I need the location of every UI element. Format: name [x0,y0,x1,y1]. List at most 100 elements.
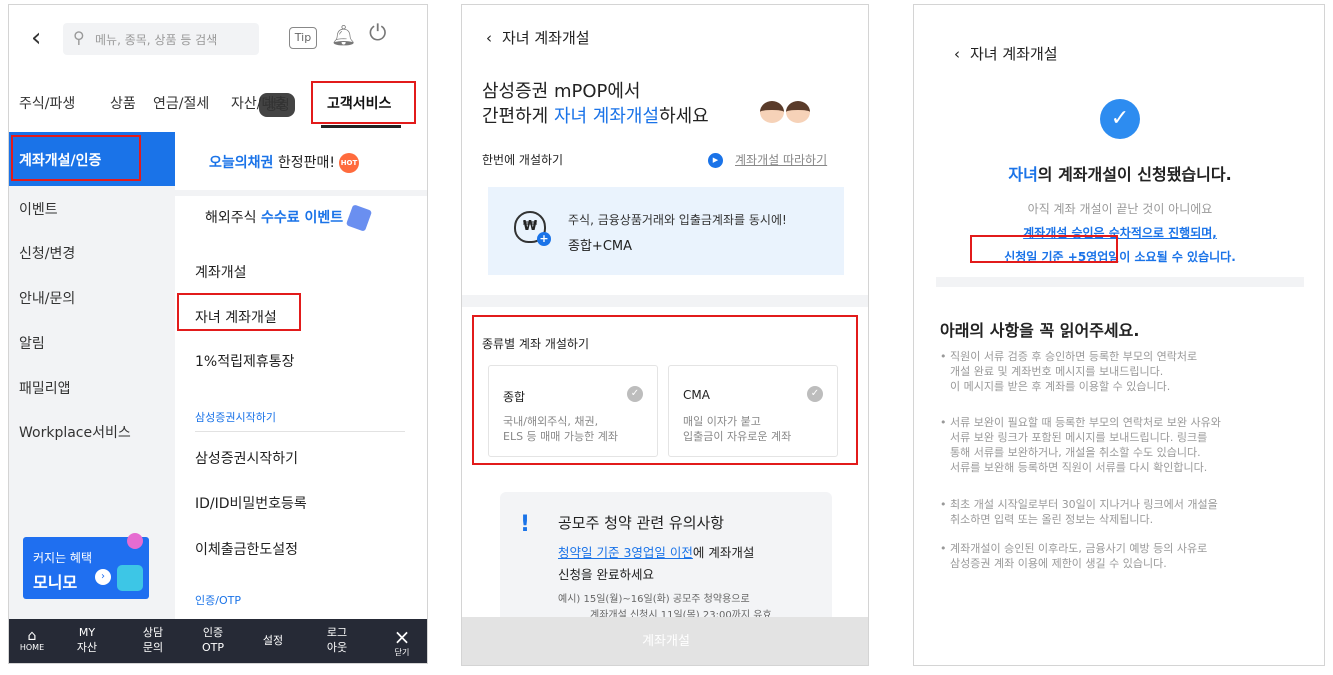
fee-event-promo[interactable]: 해외주식 수수료 이벤트 [205,204,373,232]
success-title: 자녀의 계좌개설이 신청됐습니다. [914,161,1324,185]
bullet-line: 삼성증권 계좌 이용에 제한이 생길 수 있습니다. [950,557,1167,570]
nav-label: MY [78,626,96,639]
notice-bullet: • 최초 개설 시작일로부터 30일이 지나거나 링크에서 개설을 취소하면 입… [940,498,1218,526]
bullet-line: 서류 보완 링크가 포함된 메시지를 보내드립니다. 링크를 [950,431,1208,444]
bell-icon[interactable]: 🔔︎ [331,23,356,47]
follow-guide-link[interactable]: ▶ 계좌개설 따라하기 [708,151,827,168]
tab-assets[interactable]: 자산/대출 [231,93,287,113]
app-icon [117,565,143,591]
bullet-line: 통해 서류를 보완하거나, 개설을 취소할 수도 있습니다. [950,446,1201,459]
notice-link[interactable]: 청약일 기준 3영업일 이전 [558,545,693,560]
nav-consult[interactable]: 상담 문의 [133,625,173,655]
home-button[interactable]: ⌂ HOME [17,629,47,652]
promo-text: 한정판매! [273,155,335,171]
notice-title: 공모주 청약 관련 유의사항 [558,514,725,532]
notice-bullet: • 서류 보완이 필요할 때 등록한 부모의 연락처로 보완 사유와 서류 보완… [940,416,1221,474]
menu-transfer-limit[interactable]: 이체출금한도설정 [195,539,298,559]
notice-bullet: • 직원이 서류 검증 후 승인하면 등록한 부모의 연락처로 개설 완료 및 … [940,350,1198,393]
exclamation-icon: ! [520,512,531,537]
bullet-line: 이 메시지를 받은 후 계좌를 이용할 수 있습니다. [950,380,1171,393]
arrow-icon: › [95,569,111,585]
ipo-notice: ! 공모주 청약 관련 유의사항 청약일 기준 3영업일 이전에 계좌개설 신청… [500,492,832,632]
promo-blue: 오늘의채권 [209,155,274,171]
nav-label: 인증 [202,626,224,639]
home-label: HOME [19,643,45,652]
nav-label: 자산 [76,641,98,654]
monimo-banner[interactable]: 커지는 혜택 모니모 › [23,533,149,599]
nav-label: 로그 [326,626,348,639]
hero-text: 하세요 [659,106,709,127]
rocket-icon [345,204,373,232]
play-icon: ▶ [708,153,723,168]
page-title: 자녀 계좌개설 [970,45,1058,63]
bullet-line: 직원이 서류 검증 후 승인하면 등록한 부모의 연락처로 [950,350,1198,363]
search-icon: ⚲ [73,28,85,47]
completion-panel: ‹ 자녀 계좌개설 ✓ 자녀의 계좌개설이 신청됐습니다. 아직 계좌 개설이 끝… [913,4,1325,666]
nav-label: 아웃 [326,641,348,654]
nav-my-assets[interactable]: MY 자산 [67,625,107,655]
bullet-line: 서류 보완이 필요할 때 등록한 부모의 연락처로 보완 사유와 [950,416,1221,429]
success-highlight: 자녀 [1008,165,1038,184]
page-header: ‹ 자녀 계좌개설 [486,27,590,48]
menu-account-open[interactable]: 계좌개설 [195,262,247,282]
bullet-line: 계좌개설이 승인된 이후라도, 금융사기 예방 등의 사유로 [950,542,1208,555]
menu-id-register[interactable]: ID/ID비밀번호등록 [195,493,307,513]
nav-auth-otp[interactable]: 인증 OTP [193,625,233,655]
status-note: 아직 계좌 개설이 끝난 것이 아니에요 [1027,202,1213,216]
bullet-line: 개설 완료 및 계좌번호 메시지를 보내드립니다. [950,365,1164,378]
bullet-line: 서류를 보완해 등록하면 직원이 서류를 다시 확인합니다. [950,461,1208,474]
divider [936,277,1304,287]
divider [195,431,405,432]
menu-1pct-account[interactable]: 1%적립제휴통장 [195,351,295,371]
bond-promo[interactable]: 오늘의채권 한정판매! HOT [209,152,359,173]
close-button[interactable]: × 닫기 [387,627,417,658]
menu-item-alert[interactable]: 알림 [19,333,45,353]
menu-item-event[interactable]: 이벤트 [19,199,58,219]
open-account-button[interactable]: 계좌개설 [462,617,868,665]
tab-pension[interactable]: 연금/절세 [153,93,209,113]
menu-item-workplace[interactable]: Workplace서비스 [19,422,131,442]
nav-label: OTP [201,641,224,654]
notice-line: 신청을 완료하세요 [558,567,654,582]
candy-icon [127,533,143,549]
tab-indicator [321,125,401,128]
sub-menu: 오늘의채권 한정판매! HOT 해외주식 수수료 이벤트 계좌개설 자녀 계좌개설… [175,132,427,619]
page-title: 자녀 계좌개설 [502,29,590,47]
menu-item-guide[interactable]: 안내/문의 [19,288,75,308]
back-icon[interactable]: ‹ [954,45,960,63]
open-once-label: 한번에 개설하기 [482,153,564,167]
promo-blue: 수수료 이벤트 [260,210,344,226]
section-start: 삼성증권시작하기 [195,411,276,424]
combo-account-card[interactable]: ₩ + 주식, 금융상품거래와 입출금계좌를 동시에! 종합+CMA [488,187,844,275]
home-icon: ⌂ [27,628,37,644]
success-check-icon: ✓ [1100,99,1140,139]
nav-logout[interactable]: 로그 아웃 [317,625,357,655]
back-icon[interactable]: ‹ [486,29,492,47]
back-icon[interactable]: ‹ [31,23,41,53]
bullet-line: 최초 개설 시작일로부터 30일이 지나거나 링크에서 개설을 [950,498,1218,511]
menu-panel: ‹ ⚲ 메뉴, 종목, 상품 등 검색 Tip 🔔︎ ⏻ 랭킹 주식/파생 상품… [8,4,428,664]
menu-start-samsung[interactable]: 삼성증권시작하기 [195,448,298,468]
bullet-line: 취소하면 입력 또는 올린 정보는 삭제됩니다. [950,513,1154,526]
top-bar: ‹ ⚲ 메뉴, 종목, 상품 등 검색 Tip 🔔︎ ⏻ [9,15,427,61]
follow-text: 계좌개설 따라하기 [735,153,828,167]
card-title: 종합+CMA [568,239,632,254]
highlight-box [472,315,858,465]
section-otp: 인증/OTP [195,594,241,607]
menu-item-request[interactable]: 신청/변경 [19,243,75,263]
money-bag-icon: ₩ + [514,211,551,246]
nav-settings[interactable]: 설정 [253,633,293,648]
tab-products[interactable]: 상품 [110,93,136,113]
power-icon[interactable]: ⏻ [369,21,386,46]
hero-text: 간편하게 [482,106,554,127]
divider [175,190,427,196]
tab-stocks[interactable]: 주식/파생 [19,93,75,113]
search-input[interactable]: ⚲ 메뉴, 종목, 상품 등 검색 [63,23,259,55]
notice-text: 에 계좌개설 [692,545,755,560]
close-label: 닫기 [394,648,410,657]
search-placeholder: 메뉴, 종목, 상품 등 검색 [95,33,218,47]
tip-button[interactable]: Tip [289,27,317,49]
hero-title: 삼성증권 mPOP에서 간편하게 자녀 계좌개설하세요 [482,79,709,129]
divider [462,295,868,307]
menu-item-family[interactable]: 패밀리앱 [19,378,71,398]
